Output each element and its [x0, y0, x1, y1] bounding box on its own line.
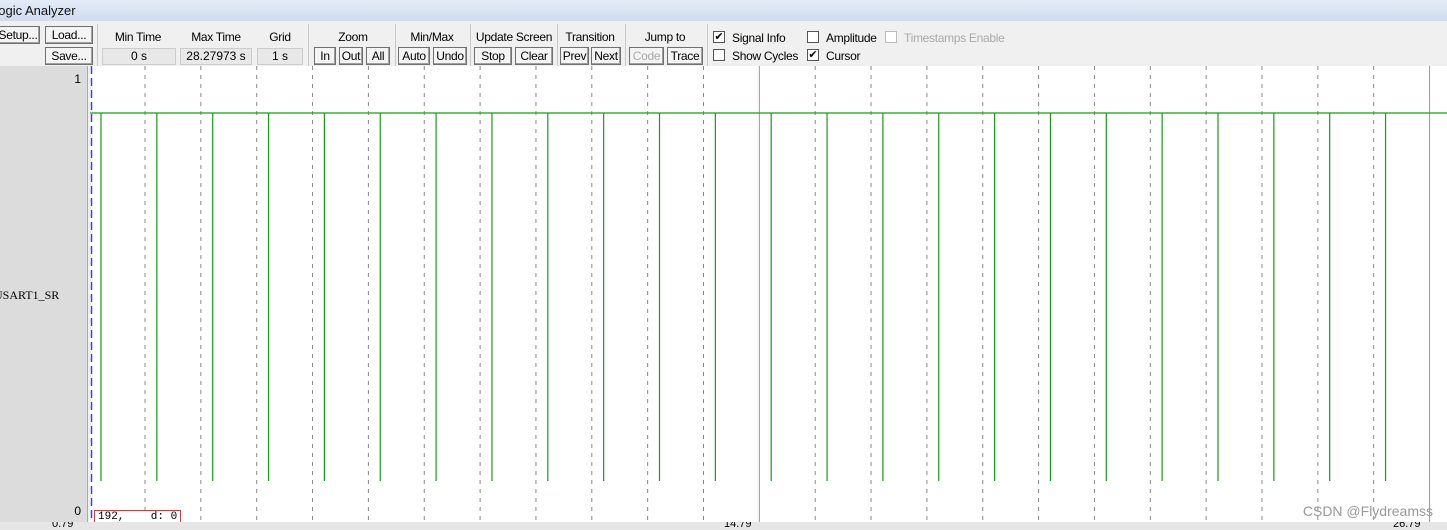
- zoom-in-button[interactable]: In: [314, 47, 336, 65]
- timestamps-enable-label: Timestamps Enable: [904, 31, 1005, 45]
- waveform-plot: [90, 66, 1447, 522]
- undo-button[interactable]: Undo: [433, 47, 467, 65]
- min-time-label: Min Time: [114, 30, 162, 44]
- time-label: 26.79: [1393, 522, 1421, 530]
- load-button[interactable]: Load...: [45, 26, 93, 44]
- setup-button[interactable]: Setup...: [0, 26, 40, 44]
- signal-info-label: Signal Info: [732, 31, 786, 45]
- min-time-value: 0 s: [102, 48, 176, 65]
- grid-value: 1 s: [257, 48, 303, 65]
- window-title: Logic Analyzer: [0, 3, 76, 18]
- next-button[interactable]: Next: [591, 47, 621, 65]
- time-scale: 0.79 14.79 26.79: [0, 522, 1447, 530]
- show-cycles-label: Show Cycles: [732, 49, 799, 63]
- jump-to-label: Jump to: [644, 30, 686, 44]
- zoom-out-button[interactable]: Out: [339, 47, 363, 65]
- code-button[interactable]: Code: [629, 47, 664, 65]
- toolbar: Setup... Load... Save... Min Time 0 s Ma…: [0, 22, 1447, 66]
- auto-button[interactable]: Auto: [398, 47, 430, 65]
- prev-button[interactable]: Prev: [560, 47, 589, 65]
- signal-name-panel: 1 USART1_SR 0: [0, 66, 88, 522]
- update-screen-label: Update Screen: [475, 30, 553, 44]
- minmax-label: Min/Max: [410, 30, 454, 44]
- watermark: CSDN @Flydreamss: [1302, 503, 1433, 519]
- show-cycles-checkbox[interactable]: [713, 49, 725, 61]
- clear-button[interactable]: Clear: [515, 47, 553, 65]
- signal-min-label: 0: [74, 504, 81, 518]
- cursor-checkbox[interactable]: ✔: [807, 49, 819, 61]
- stop-button[interactable]: Stop: [474, 47, 512, 65]
- amplitude-checkbox[interactable]: [807, 31, 819, 43]
- zoom-all-button[interactable]: All: [366, 47, 390, 65]
- window-title-bar: Logic Analyzer: [0, 0, 1447, 21]
- amplitude-label: Amplitude: [826, 31, 877, 45]
- cursor-label: Cursor: [826, 49, 861, 63]
- time-label: 14.79: [724, 522, 752, 530]
- zoom-label: Zoom: [338, 30, 368, 44]
- time-label: 0.79: [52, 522, 74, 530]
- max-time-label: Max Time: [191, 30, 241, 44]
- trace-button[interactable]: Trace: [667, 47, 703, 65]
- waveform-area[interactable]: 192, d: 0 CSDN @Flydreamss: [90, 66, 1447, 524]
- signal-info-checkbox[interactable]: ✔: [713, 31, 725, 43]
- signal-name[interactable]: USART1_SR: [0, 288, 59, 303]
- max-time-value: 28.27973 s: [180, 48, 252, 65]
- grid-label: Grid: [269, 30, 291, 44]
- save-button[interactable]: Save...: [45, 47, 93, 65]
- signal-max-label: 1: [74, 72, 81, 86]
- transition-label: Transition: [565, 30, 615, 44]
- timestamps-enable-checkbox[interactable]: [885, 31, 897, 43]
